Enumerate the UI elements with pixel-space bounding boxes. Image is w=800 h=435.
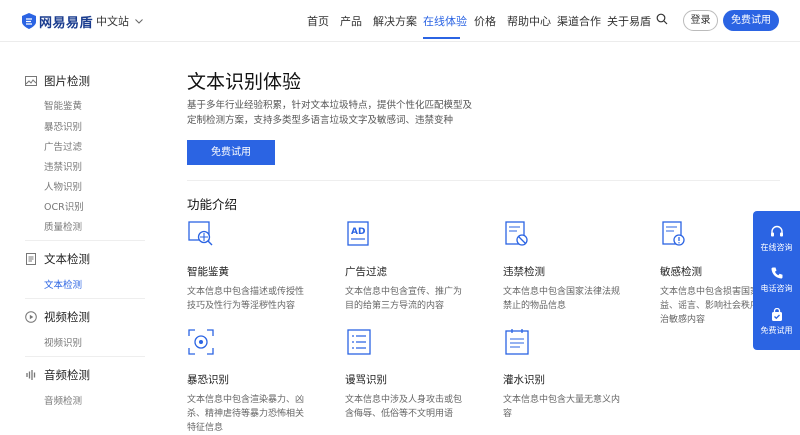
- sidebar-group-label: 图片检测: [44, 74, 90, 88]
- trial-bag-icon: [771, 308, 782, 321]
- feature-title: 违禁检测: [503, 266, 545, 278]
- sidebar-item-quality[interactable]: 质量检测: [44, 219, 82, 233]
- phone-consult-label: 电话咨询: [760, 284, 793, 293]
- logo-icon: [22, 13, 36, 29]
- feature-title: 谩骂识别: [345, 374, 387, 386]
- sidebar-item-text-detection[interactable]: 文本检测: [44, 277, 82, 291]
- login-button[interactable]: 登录: [683, 10, 718, 31]
- sidebar-item-video[interactable]: 视频识别: [44, 335, 82, 349]
- nav-solutions[interactable]: 解决方案: [373, 13, 417, 29]
- phone-consult-button[interactable]: 电话咨询: [753, 266, 800, 294]
- sidebar-divider: [25, 356, 145, 357]
- feature-desc: 文本信息中涉及人身攻击或包含侮辱、低俗等不文明用语: [345, 395, 463, 419]
- sidebar-item-ocr[interactable]: OCR识别: [44, 199, 84, 213]
- chevron-down-icon: [135, 18, 143, 24]
- sidebar-divider: [25, 240, 145, 241]
- online-consult-label: 在线咨询: [760, 243, 793, 252]
- feature-card-porn: 智能鉴黄 文本信息中包含描述或传授性技巧及性行为等淫秽性内容: [187, 220, 312, 313]
- sidebar-group-label: 文本检测: [44, 252, 90, 266]
- region-label: 中文站: [96, 15, 129, 28]
- sidebar-group-video[interactable]: 视频检测: [25, 309, 90, 325]
- sidebar-item-forbidden[interactable]: 违禁识别: [44, 159, 82, 173]
- terror-scan-icon: [188, 329, 214, 355]
- headset-icon: [770, 225, 783, 237]
- feature-card-spam: 灌水识别 文本信息中包含大量无意义内容: [503, 328, 628, 421]
- feature-card-forbidden: 违禁检测 文本信息中包含国家法律法规禁止的物品信息: [503, 220, 628, 313]
- feature-desc: 文本信息中包含宣传、推广为目的给第三方导流的内容: [345, 287, 463, 311]
- page-title: 文本识别体验: [187, 71, 302, 93]
- sidebar-item-terror[interactable]: 暴恐识别: [44, 119, 82, 133]
- logo-text: 网易易盾: [39, 15, 94, 31]
- nav-products[interactable]: 产品: [340, 13, 362, 29]
- search-icon[interactable]: [656, 13, 668, 25]
- sidebar-group-label: 音频检测: [44, 368, 90, 382]
- feature-card-ad: AD 广告过滤 文本信息中包含宣传、推广为目的给第三方导流的内容: [345, 220, 470, 313]
- nav-pricing[interactable]: 价格: [474, 13, 496, 29]
- floating-contact-bar: 在线咨询 电话咨询 免费试用: [753, 211, 800, 350]
- sidebar-group-audio[interactable]: 音频检测: [25, 367, 90, 383]
- sidebar-group-image[interactable]: 图片检测: [25, 73, 90, 89]
- top-navbar: 网易易盾 中文站 首页 产品 解决方案 在线体验 价格 帮助中心 渠道合作 关于…: [0, 0, 800, 42]
- ad-icon: AD: [347, 221, 369, 246]
- feature-title: 灌水识别: [503, 374, 545, 386]
- nav-online-experience[interactable]: 在线体验: [423, 13, 467, 29]
- feature-desc: 文本信息中包含国家法律法规禁止的物品信息: [503, 287, 621, 311]
- forbidden-document-icon: [505, 221, 528, 246]
- nav-home[interactable]: 首页: [307, 13, 329, 29]
- phone-icon: [770, 267, 782, 279]
- feature-desc: 文本信息中包含大量无意义内容: [503, 395, 621, 419]
- sensitive-document-icon: [662, 221, 685, 246]
- page-description: 基于多年行业经验积累，针对文本垃圾特点，提供个性化匹配模型及定制检测方案，支持多…: [187, 100, 473, 126]
- abuse-list-icon: [347, 329, 371, 355]
- free-trial-button[interactable]: 免费试用: [723, 10, 779, 31]
- nav-channel-partners[interactable]: 渠道合作: [557, 13, 601, 29]
- feature-title: 智能鉴黄: [187, 266, 229, 278]
- feature-title: 广告过滤: [345, 266, 387, 278]
- sidebar-item-porn[interactable]: 智能鉴黄: [44, 98, 82, 112]
- spam-document-icon: [505, 329, 529, 355]
- play-icon: [25, 311, 37, 323]
- sidebar-group-text[interactable]: 文本检测: [25, 251, 90, 267]
- active-tab-indicator: [423, 37, 460, 39]
- document-icon: [26, 253, 36, 265]
- divider: [187, 180, 780, 181]
- nav-help-center[interactable]: 帮助中心: [507, 13, 551, 29]
- sidebar-divider: [25, 298, 145, 299]
- sidebar-group-label: 视频检测: [44, 310, 90, 324]
- region-selector[interactable]: 中文站: [96, 13, 143, 29]
- free-trial-main-button[interactable]: 免费试用: [187, 140, 275, 165]
- feature-card-abuse: 谩骂识别 文本信息中涉及人身攻击或包含侮辱、低俗等不文明用语: [345, 328, 470, 421]
- image-icon: [25, 76, 37, 86]
- feature-desc: 文本信息中包含描述或传授性技巧及性行为等淫秽性内容: [187, 287, 305, 311]
- magnifier-picture-icon: [188, 221, 213, 246]
- feature-desc: 文本信息中包含渲染暴力、凶杀、精神虐待等暴力恐怖相关特征信息: [187, 395, 305, 433]
- logo[interactable]: 网易易盾: [22, 12, 94, 31]
- free-trial-float-button[interactable]: 免费试用: [753, 308, 800, 336]
- sidebar-item-audio[interactable]: 音频检测: [44, 393, 82, 407]
- section-title: 功能介绍: [187, 197, 238, 212]
- sidebar: [0, 43, 165, 423]
- svg-text:AD: AD: [351, 227, 365, 237]
- audio-icon: [26, 370, 36, 380]
- nav-about[interactable]: 关于易盾: [607, 13, 651, 29]
- sidebar-item-ad[interactable]: 广告过滤: [44, 139, 82, 153]
- feature-card-terror: 暴恐识别 文本信息中包含渲染暴力、凶杀、精神虐待等暴力恐怖相关特征信息: [187, 328, 312, 435]
- free-trial-float-label: 免费试用: [760, 326, 793, 335]
- sidebar-item-person[interactable]: 人物识别: [44, 179, 82, 193]
- online-consult-button[interactable]: 在线咨询: [753, 225, 800, 253]
- feature-title: 暴恐识别: [187, 374, 229, 386]
